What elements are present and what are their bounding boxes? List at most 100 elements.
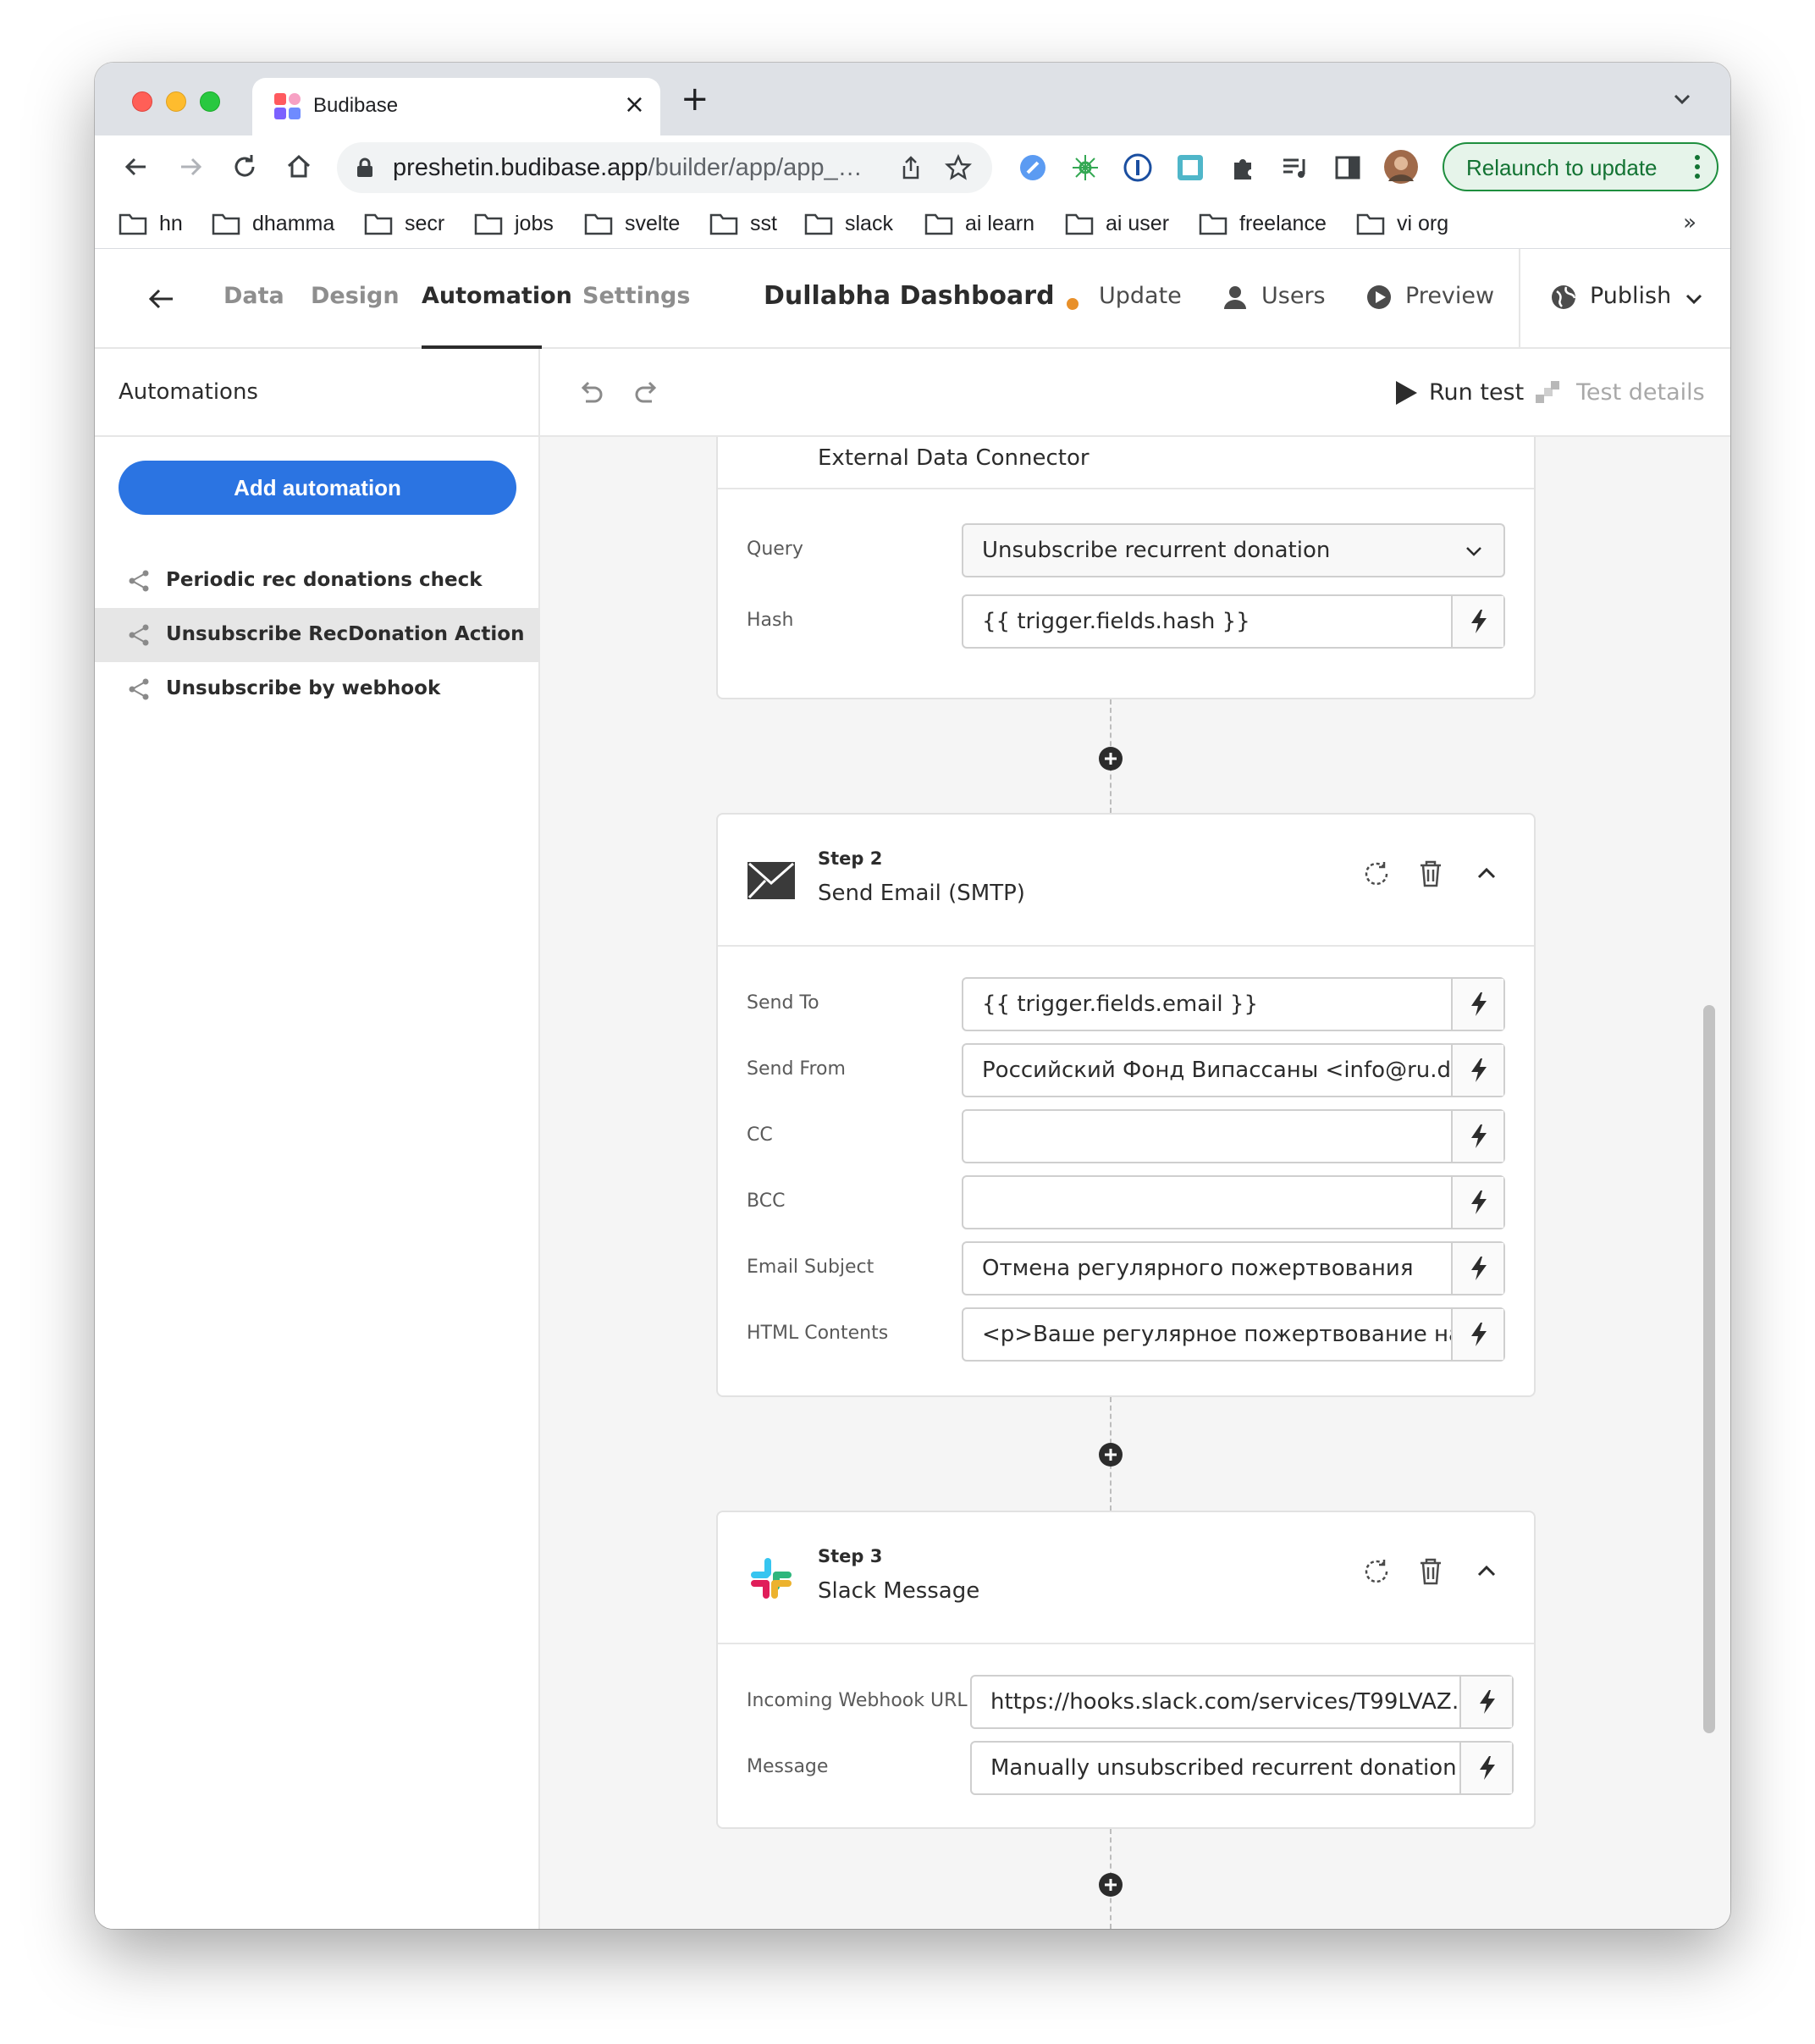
binding-button[interactable] — [1451, 979, 1503, 1030]
email-subject-input[interactable]: Отмена регулярного пожертвования — [962, 1241, 1505, 1295]
bookmark-folder[interactable]: secr — [364, 208, 444, 239]
password-manager-icon[interactable] — [1123, 152, 1153, 183]
binding-button[interactable] — [1459, 1677, 1512, 1727]
browser-tab[interactable]: Budibase × — [252, 78, 660, 135]
chevron-up-icon[interactable] — [1471, 1556, 1502, 1587]
share-nodes-icon — [129, 624, 149, 646]
back-arrow-icon[interactable] — [146, 283, 178, 315]
automation-list-item[interactable]: Periodic rec donations check — [95, 554, 538, 608]
bookmark-folder[interactable]: ai learn — [924, 208, 1034, 239]
bookmark-folder[interactable]: freelance — [1199, 208, 1327, 239]
query-select[interactable]: Unsubscribe recurrent donation — [962, 523, 1505, 577]
bookmark-star-icon[interactable] — [945, 154, 972, 181]
forward-icon[interactable] — [174, 151, 207, 183]
binding-button[interactable] — [1451, 596, 1503, 647]
trash-icon[interactable] — [1415, 1556, 1446, 1587]
side-panel-icon[interactable] — [1332, 152, 1363, 183]
binding-button[interactable] — [1451, 1243, 1503, 1294]
chevron-down-icon[interactable] — [1669, 86, 1695, 112]
bookmark-folder[interactable]: dhamma — [212, 208, 334, 239]
tab-close-icon[interactable]: × — [624, 90, 645, 119]
field-label: HTML Contents — [747, 1323, 889, 1344]
url-text: preshetin.budibase.app/builder/app/app_… — [393, 154, 863, 181]
extension-green-icon[interactable] — [1070, 152, 1101, 183]
chevron-up-icon[interactable] — [1471, 859, 1502, 889]
new-tab-button[interactable]: + — [681, 80, 709, 119]
media-control-icon[interactable] — [1280, 152, 1310, 183]
send-from-input[interactable]: Российский Фонд Випассаны <info@ru.d… — [962, 1043, 1505, 1097]
bookmark-folder[interactable]: hn — [119, 208, 183, 239]
binding-button[interactable] — [1451, 1111, 1503, 1162]
binding-button[interactable] — [1451, 1177, 1503, 1228]
bookmark-folder[interactable]: sst — [709, 208, 777, 239]
address-bar[interactable]: preshetin.budibase.app/builder/app/app_… — [337, 142, 992, 193]
refresh-icon[interactable] — [1361, 1556, 1392, 1587]
refresh-icon[interactable] — [1361, 859, 1392, 889]
bookmark-folder[interactable]: slack — [804, 208, 893, 239]
publish-button[interactable]: Publish — [1590, 283, 1671, 309]
bookmark-folder[interactable]: jobs — [474, 208, 554, 239]
tab-data[interactable]: Data — [223, 283, 284, 309]
preview-button[interactable]: Preview — [1405, 283, 1494, 309]
relaunch-button[interactable]: Relaunch to update — [1443, 142, 1718, 191]
run-test-button[interactable]: Run test — [1429, 379, 1524, 406]
field-label: Incoming Webhook URL — [747, 1690, 968, 1711]
bookmark-folder[interactable]: ai user — [1065, 208, 1169, 239]
share-icon[interactable] — [897, 154, 924, 181]
html-contents-input[interactable]: <p>Ваше регулярное пожертвование на … — [962, 1307, 1505, 1362]
hash-input[interactable]: {{ trigger.fields.hash }} — [962, 594, 1505, 649]
slack-logo-icon — [751, 1558, 792, 1599]
back-icon[interactable] — [120, 151, 152, 183]
home-icon[interactable] — [283, 151, 315, 183]
automation-list-item-selected[interactable]: Unsubscribe RecDonation Action — [95, 608, 538, 662]
trash-icon[interactable] — [1415, 859, 1446, 889]
send-to-input[interactable]: {{ trigger.fields.email }} — [962, 977, 1505, 1031]
users-button[interactable]: Users — [1261, 283, 1326, 309]
bookmark-folder[interactable]: vi org — [1356, 208, 1448, 239]
puzzle-icon[interactable] — [1227, 152, 1258, 183]
step-name: Slack Message — [818, 1578, 980, 1604]
canvas-scrollbar[interactable] — [1703, 1005, 1715, 1733]
chevron-down-icon[interactable] — [1683, 288, 1705, 310]
step-card-slack-message: Step 3 Slack Message Incoming Webhook UR… — [716, 1511, 1536, 1829]
tab-strip: Budibase × + — [95, 63, 1730, 135]
binding-button[interactable] — [1451, 1309, 1503, 1360]
minimize-window-button[interactable] — [166, 91, 186, 112]
add-step-plus-icon[interactable] — [1097, 1871, 1124, 1898]
publish-globe-icon[interactable] — [1549, 283, 1578, 312]
bcc-input[interactable] — [962, 1175, 1505, 1229]
undo-icon[interactable] — [576, 378, 606, 408]
play-icon[interactable] — [1393, 379, 1419, 406]
app-title: Dullabha Dashboard — [764, 281, 1055, 311]
extension-teal-icon[interactable] — [1175, 152, 1205, 183]
users-icon[interactable] — [1221, 283, 1250, 312]
tab-settings[interactable]: Settings — [582, 283, 690, 309]
extension-blue-icon[interactable] — [1018, 152, 1048, 183]
binding-button[interactable] — [1451, 1045, 1503, 1096]
add-step-plus-icon[interactable] — [1097, 745, 1124, 772]
redo-icon[interactable] — [632, 378, 662, 408]
automation-list-item[interactable]: Unsubscribe by webhook — [95, 662, 538, 716]
zoom-window-button[interactable] — [200, 91, 220, 112]
field-label: BCC — [747, 1190, 786, 1212]
webhook-url-input[interactable]: https://hooks.slack.com/services/T99LVAZ… — [970, 1675, 1514, 1729]
sidebar-title: Automations — [119, 379, 258, 405]
test-details-icon[interactable] — [1534, 379, 1561, 406]
add-step-plus-icon[interactable] — [1097, 1441, 1124, 1468]
profile-avatar[interactable] — [1383, 149, 1419, 185]
bookmarks-overflow-button[interactable]: » — [1683, 210, 1696, 235]
folder-icon — [212, 213, 240, 235]
preview-play-icon[interactable] — [1365, 283, 1393, 312]
binding-button[interactable] — [1459, 1743, 1512, 1793]
update-button[interactable]: Update — [1099, 283, 1182, 309]
bookmark-folder[interactable]: svelte — [584, 208, 680, 239]
message-input[interactable]: Manually unsubscribed recurrent donation… — [970, 1741, 1514, 1795]
reload-icon[interactable] — [229, 151, 261, 183]
cc-input[interactable] — [962, 1109, 1505, 1163]
tab-automation[interactable]: Automation — [422, 283, 572, 309]
close-window-button[interactable] — [132, 91, 152, 112]
add-automation-button[interactable]: Add automation — [119, 461, 516, 515]
test-details-button[interactable]: Test details — [1576, 379, 1705, 406]
tab-design[interactable]: Design — [311, 283, 400, 309]
canvas-toolbar: Run test Test details — [540, 349, 1730, 437]
